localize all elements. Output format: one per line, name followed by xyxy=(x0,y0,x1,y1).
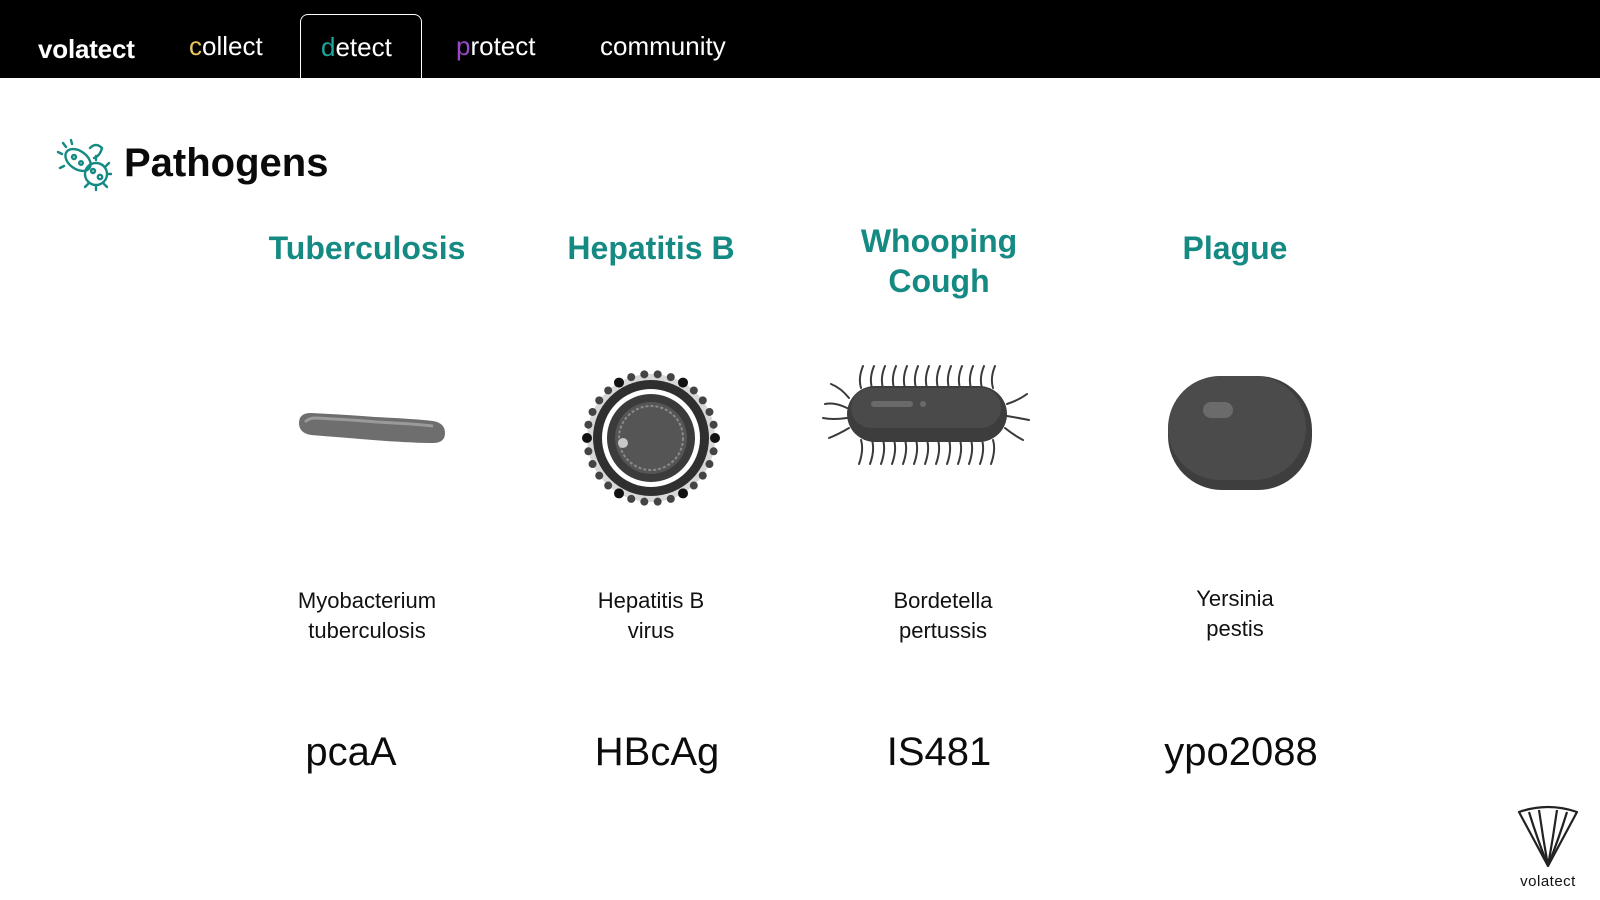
virus-icon xyxy=(582,370,720,506)
nav-collect-initial: c xyxy=(189,31,202,61)
pathogen-card-tuberculosis: Tuberculosis Myobacterium tuberculosis p… xyxy=(227,218,507,774)
pathogen-card-plague: Plague Yersinia pestis ypo2088 xyxy=(1095,218,1375,774)
nav-detect-label: etect xyxy=(335,32,392,62)
top-nav: volatect collect detect protect communit… xyxy=(0,0,1600,78)
species-name: Hepatitis B virus xyxy=(511,586,791,646)
pathogen-card-whooping-cough: Whooping Cough Bordetella pertussis IS48… xyxy=(799,218,1079,774)
species-name: Bordetella pertussis xyxy=(803,586,1083,646)
pathogen-name: Whooping Cough xyxy=(799,218,1079,304)
species-name: Myobacterium tuberculosis xyxy=(227,586,507,646)
nav-detect-initial: d xyxy=(321,32,336,62)
gene-marker: HBcAg xyxy=(594,730,720,774)
nav-community-label: community xyxy=(600,31,726,61)
pathogen-name: Tuberculosis xyxy=(268,230,466,266)
species-line-1: Yersinia xyxy=(1196,586,1274,611)
nav-protect[interactable]: protect xyxy=(436,14,556,78)
species-line-2: tuberculosis xyxy=(308,618,426,643)
pathogen-name: Plague xyxy=(1182,230,1288,266)
nav-detect[interactable]: detect xyxy=(300,14,422,78)
nav-protect-label: rotect xyxy=(470,31,536,61)
logo-text: volatect xyxy=(1520,873,1576,890)
species-line-1: Bordetella xyxy=(893,588,993,613)
nav-collect-label: ollect xyxy=(202,31,263,61)
pathogen-name: Hepatitis B xyxy=(567,230,735,266)
species-line-2: virus xyxy=(627,618,675,643)
footer-logo: volatect xyxy=(1514,802,1582,892)
rod-bacterium-icon xyxy=(299,413,445,443)
species-name: Yersinia pestis xyxy=(1095,584,1375,644)
species-line-2: pestis xyxy=(1206,616,1264,641)
species-line-2: pertussis xyxy=(898,618,988,643)
gene-marker: pcaA xyxy=(305,730,397,774)
pathogen-name-line-1: Whooping xyxy=(860,223,1018,259)
pathogen-name-line-2: Cough xyxy=(888,263,990,299)
microbes-icon xyxy=(56,138,112,192)
nav-protect-initial: p xyxy=(456,31,471,61)
nav-community[interactable]: community xyxy=(580,14,746,78)
species-line-1: Myobacterium xyxy=(297,588,437,613)
gene-marker: IS481 xyxy=(886,730,992,774)
coccobacillus-icon xyxy=(1168,376,1312,490)
volatect-logo-icon xyxy=(1517,805,1579,868)
pathogen-card-hepatitis-b: Hepatitis B Hepatitis B virus HBcAg xyxy=(511,218,791,774)
species-line-1: Hepatitis B xyxy=(597,588,705,613)
flagellated-bacterium-icon xyxy=(822,365,1030,465)
page-title: Pathogens xyxy=(124,141,329,185)
nav-collect[interactable]: collect xyxy=(169,14,283,78)
gene-marker: ypo2088 xyxy=(1164,730,1318,774)
brand-link[interactable]: volatect xyxy=(38,34,135,65)
